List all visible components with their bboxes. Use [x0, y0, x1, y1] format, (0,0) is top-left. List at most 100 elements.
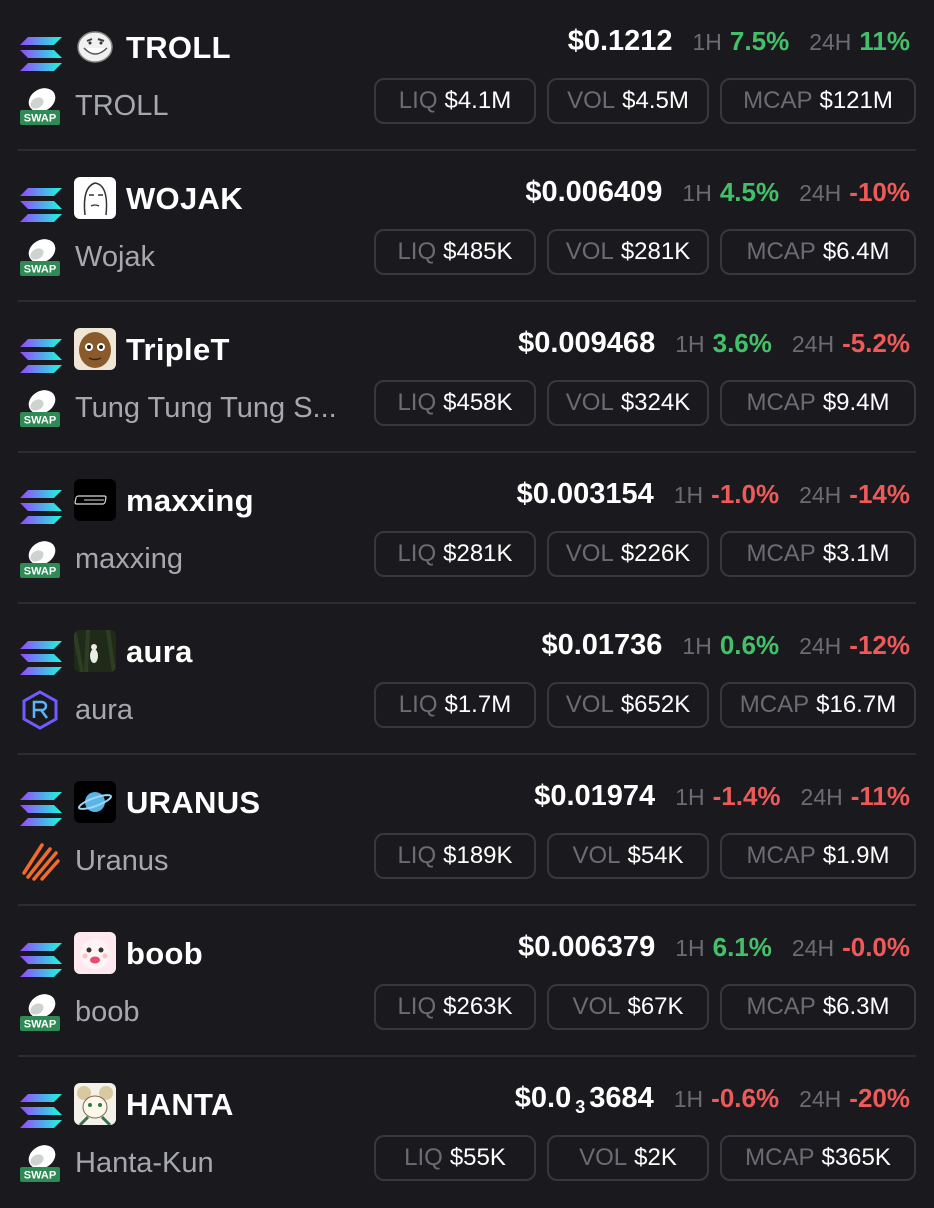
- token-row[interactable]: SWAP TROLL TROLL $0.1212 1H 7.5% 24H 11%…: [18, 0, 916, 151]
- maxxing-logo-avatar: [74, 479, 116, 521]
- liquidity-pill: LIQ $458K: [374, 380, 536, 426]
- volume-value: $652K: [620, 691, 691, 718]
- h24-label: 24H: [809, 29, 852, 55]
- raydium-icon: [22, 690, 58, 730]
- token-row[interactable]: SWAP HANTA Hanta-Kun $0.0 3 3684 1H -0.6% …: [18, 1057, 916, 1208]
- volume-label: VOL: [565, 389, 614, 416]
- liquidity-pill: LIQ $55K: [374, 1135, 536, 1181]
- h24-change: -5.2%: [842, 328, 910, 358]
- token-name: Uranus: [75, 845, 169, 877]
- h24-change: -10%: [849, 177, 910, 207]
- liquidity-label: LIQ: [397, 842, 437, 869]
- h1-change: -1.4%: [712, 781, 781, 811]
- price-tail: 3684: [589, 1082, 654, 1114]
- token-symbol: URANUS: [126, 785, 261, 820]
- planet-avatar: [74, 781, 116, 823]
- token-row[interactable]: URANUS Uranus $0.01974 1H -1.4% 24H -11%…: [18, 755, 916, 906]
- h24-change: -0.0%: [842, 932, 910, 962]
- volume-label: VOL: [572, 993, 621, 1020]
- liquidity-pill: LIQ $263K: [374, 984, 536, 1030]
- h24-label: 24H: [799, 633, 842, 659]
- liquidity-label: LIQ: [398, 87, 438, 114]
- svg-text:SWAP: SWAP: [24, 566, 56, 578]
- token-row[interactable]: SWAP boob boob $0.006379 1H 6.1% 24H -0.…: [18, 906, 916, 1057]
- stats-group: LIQ $281K VOL $226K MCAP $3.1M: [374, 531, 916, 577]
- price-main: $0.0: [514, 1082, 572, 1114]
- token-symbol: maxxing: [126, 483, 254, 518]
- volume-label: VOL: [565, 540, 614, 567]
- price-change-group: $0.1212 1H 7.5% 24H 11%: [568, 25, 910, 69]
- solana-icon: [20, 641, 62, 675]
- swap-icon: SWAP: [20, 994, 60, 1031]
- h1-change: 4.5%: [719, 177, 780, 207]
- liquidity-pill: LIQ $1.7M: [374, 682, 536, 728]
- market-cap-value: $6.4M: [822, 238, 890, 265]
- token-symbol: aura: [126, 634, 193, 669]
- market-cap-value: $9.4M: [822, 389, 890, 416]
- volume-value: $324K: [620, 389, 691, 416]
- token-price: $0.006379: [518, 931, 656, 963]
- swap-icon: SWAP: [20, 390, 60, 427]
- h1-label: 1H: [692, 29, 722, 55]
- liquidity-label: LIQ: [397, 389, 437, 416]
- cartoon-face-avatar: [74, 932, 116, 974]
- h1-change: 0.6%: [719, 630, 780, 660]
- volume-pill: VOL $2K: [547, 1135, 709, 1181]
- troll-face-avatar: [74, 26, 116, 68]
- liquidity-value: $55K: [449, 1144, 506, 1171]
- swap-icon: SWAP: [20, 239, 60, 276]
- svg-text:SWAP: SWAP: [24, 415, 56, 427]
- liquidity-label: LIQ: [397, 238, 437, 265]
- volume-label: VOL: [565, 691, 614, 718]
- h1-label: 1H: [673, 1086, 704, 1112]
- volume-value: $4.5M: [622, 87, 689, 114]
- token-symbol: TripleT: [126, 332, 230, 367]
- liquidity-value: $281K: [443, 540, 513, 567]
- price-change-group: $0.006379 1H 6.1% 24H -0.0%: [518, 931, 910, 975]
- liquidity-pill: LIQ $4.1M: [374, 78, 536, 124]
- volume-label: VOL: [567, 87, 616, 114]
- h24-label: 24H: [800, 784, 843, 810]
- stats-group: LIQ $55K VOL $2K MCAP $365K: [374, 1135, 916, 1181]
- token-row[interactable]: SWAP TripleT Tung Tung Tung S... $0.0094…: [18, 302, 916, 453]
- market-cap-label: MCAP: [745, 1144, 815, 1171]
- volume-pill: VOL $226K: [547, 531, 709, 577]
- price-change-group: $0.003154 1H -1.0% 24H -14%: [517, 478, 910, 522]
- solana-icon: [20, 490, 62, 524]
- volume-value: $54K: [627, 842, 684, 869]
- price-change-group: $0.006409 1H 4.5% 24H -10%: [525, 176, 910, 220]
- solana-icon: [20, 188, 62, 222]
- liquidity-value: $1.7M: [444, 691, 512, 718]
- h24-label: 24H: [791, 331, 835, 357]
- token-row[interactable]: SWAP WOJAK Wojak $0.006409 1H 4.5% 24H -…: [18, 151, 916, 302]
- h1-label: 1H: [682, 633, 712, 659]
- anime-mouse-avatar: [74, 1083, 116, 1125]
- h24-change: -12%: [849, 630, 910, 660]
- h24-change: -11%: [850, 781, 910, 811]
- svg-text:SWAP: SWAP: [24, 113, 56, 125]
- market-cap-value: $121M: [819, 87, 893, 114]
- h24-change: -20%: [849, 1083, 910, 1113]
- volume-label: VOL: [572, 842, 621, 869]
- h1-change: 3.6%: [712, 328, 772, 358]
- token-symbol: WOJAK: [126, 181, 243, 216]
- token-list: SWAP TROLL TROLL $0.1212 1H 7.5% 24H 11%…: [0, 0, 934, 1200]
- volume-label: VOL: [565, 238, 614, 265]
- token-row[interactable]: aura aura $0.01736 1H 0.6% 24H -12% LIQ $…: [18, 604, 916, 755]
- liquidity-label: LIQ: [398, 691, 438, 718]
- market-cap-value: $16.7M: [816, 691, 897, 718]
- stats-group: LIQ $458K VOL $324K MCAP $9.4M: [374, 380, 916, 426]
- market-cap-label: MCAP: [746, 540, 816, 567]
- liquidity-value: $458K: [443, 389, 513, 416]
- token-row[interactable]: SWAP maxxing maxxing $0.003154 1H -1.0% …: [18, 453, 916, 604]
- market-cap-pill: MCAP $121M: [720, 78, 916, 124]
- volume-value: $226K: [620, 540, 691, 567]
- liquidity-label: LIQ: [397, 993, 437, 1020]
- h1-change: -1.0%: [711, 479, 780, 509]
- price-zero-count: 3: [575, 1097, 586, 1117]
- h24-change: 11%: [859, 26, 910, 56]
- h24-change: -14%: [849, 479, 910, 509]
- market-cap-value: $6.3M: [822, 993, 890, 1020]
- volume-value: $67K: [627, 993, 684, 1020]
- market-cap-label: MCAP: [743, 87, 813, 114]
